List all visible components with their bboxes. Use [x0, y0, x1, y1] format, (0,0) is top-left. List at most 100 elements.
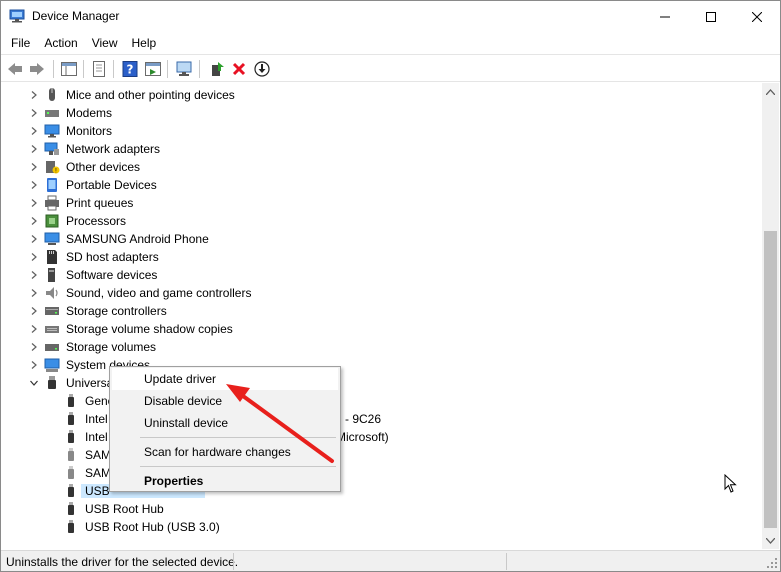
uninstall-device-menu-item[interactable]: Uninstall device [112, 412, 338, 434]
tree-item-label: Modems [66, 106, 113, 120]
usb-child-item[interactable]: SAM [3, 446, 703, 464]
tree-storage-volume-shadow-copies[interactable]: Storage volume shadow copies [3, 320, 703, 338]
back-button[interactable] [5, 59, 25, 79]
expand-chevron-icon[interactable] [27, 86, 41, 104]
tree-mice[interactable]: Mice and other pointing devices [3, 86, 703, 104]
usb-child-item[interactable]: USB Root Hub (USB 3.0) [3, 518, 703, 536]
menu-file[interactable]: File [1, 33, 37, 53]
processor-icon [44, 213, 60, 229]
mouse-icon [44, 87, 60, 103]
tree-system-devices[interactable]: System devices [3, 356, 703, 374]
tree-print-queues[interactable]: Print queues [3, 194, 703, 212]
tree-storage-volumes[interactable]: Storage volumes [3, 338, 703, 356]
expand-chevron-icon[interactable] [27, 212, 41, 230]
vertical-scrollbar[interactable] [762, 83, 779, 549]
usb-child-item[interactable]: Intel Microsoft) [3, 428, 703, 446]
expand-chevron-icon[interactable] [27, 122, 41, 140]
scroll-thumb[interactable] [764, 231, 777, 528]
properties-toolbar-button[interactable] [89, 59, 109, 79]
tree-item-label: Intel [85, 430, 108, 444]
update-driver-icon [212, 62, 224, 76]
scroll-down-button[interactable] [762, 532, 779, 549]
tree-item-label: SAM [85, 448, 112, 462]
usb-child-item[interactable]: USB Root Hub [3, 500, 703, 518]
status-text: Uninstalls the driver for the selected d… [6, 555, 239, 569]
tree-item-label: Portable Devices [66, 178, 157, 192]
usb-child-item[interactable]: Gene [3, 392, 703, 410]
forward-button[interactable] [27, 59, 47, 79]
uninstall-device-toolbar-button[interactable] [229, 59, 249, 79]
update-driver-menu-item[interactable]: Update driver [112, 368, 338, 390]
resize-grip-icon[interactable] [767, 558, 778, 569]
menu-view[interactable]: View [85, 33, 125, 53]
maximize-button[interactable] [688, 1, 734, 32]
expand-chevron-icon[interactable] [27, 302, 41, 320]
tree-samsung-android-phone[interactable]: SAMSUNG Android Phone [3, 230, 703, 248]
expand-chevron-icon[interactable] [27, 248, 41, 266]
network-adapter-icon [44, 141, 60, 157]
tree-item-label: SAMSUNG Android Phone [66, 232, 209, 246]
menu-action[interactable]: Action [37, 33, 84, 53]
properties-menu-item[interactable]: Properties [112, 470, 338, 492]
usb-device-icon [63, 519, 79, 535]
tree-item-label: Storage volumes [66, 340, 157, 354]
expand-chevron-icon[interactable] [27, 140, 41, 158]
scan-hardware-button[interactable] [175, 59, 195, 79]
tree-modems[interactable]: Modems [3, 104, 703, 122]
expand-chevron-icon[interactable] [27, 176, 41, 194]
usb-child-item[interactable]: SAM [3, 464, 703, 482]
minimize-button[interactable] [642, 1, 688, 32]
help-book-icon: ? [122, 61, 138, 77]
storage-volume-icon [44, 339, 60, 355]
usb-child-item[interactable]: USB [3, 482, 703, 500]
tree-software-devices[interactable]: Software devices [3, 266, 703, 284]
tree-portable-devices[interactable]: Portable Devices [3, 176, 703, 194]
expand-chevron-icon[interactable] [27, 230, 41, 248]
monitor-scan-icon [176, 61, 192, 76]
menu-help[interactable]: Help [125, 33, 164, 53]
expand-chevron-icon[interactable] [27, 338, 41, 356]
menu-bar: File Action View Help [1, 32, 780, 54]
scroll-up-button[interactable] [762, 83, 779, 100]
title-bar: Device Manager [1, 1, 780, 32]
tree-item-label: Universa [66, 376, 114, 390]
scan-hardware-menu-item[interactable]: Scan for hardware changes [112, 441, 338, 463]
tree-item-label: Mice and other pointing devices [66, 88, 235, 102]
console-tree-icon [61, 62, 77, 76]
action-pane-button[interactable] [143, 59, 163, 79]
usb-device-icon [63, 411, 79, 427]
usb-child-item[interactable]: Intel l - 9C26 [3, 410, 703, 428]
expand-chevron-icon[interactable] [27, 194, 41, 212]
tree-storage-controllers[interactable]: Storage controllers [3, 302, 703, 320]
download-circle-icon [254, 61, 270, 77]
tree-sd-host-adapters[interactable]: SD host adapters [3, 248, 703, 266]
tree-item-label: Sound, video and game controllers [66, 286, 252, 300]
tree-other-devices[interactable]: ! Other devices [3, 158, 703, 176]
system-device-icon [44, 357, 60, 373]
show-hide-console-tree-button[interactable] [59, 59, 79, 79]
tree-network-adapters[interactable]: Network adapters [3, 140, 703, 158]
mouse-cursor-icon [724, 474, 737, 493]
tree-item-label: USB Root Hub (USB 3.0) [85, 520, 220, 534]
tree-processors[interactable]: Processors [3, 212, 703, 230]
minimize-icon [660, 16, 670, 17]
speaker-icon [44, 285, 60, 301]
collapse-chevron-icon[interactable] [27, 374, 41, 392]
tree-item-label: SD host adapters [66, 250, 159, 264]
disable-device-menu-item[interactable]: Disable device [112, 390, 338, 412]
enable-device-toolbar-button[interactable] [252, 59, 272, 79]
tree-usb-controllers[interactable]: Universa [3, 374, 703, 392]
context-menu: Update driver Disable device Uninstall d… [109, 366, 341, 492]
expand-chevron-icon[interactable] [27, 284, 41, 302]
tree-monitors[interactable]: Monitors [3, 122, 703, 140]
expand-chevron-icon[interactable] [27, 320, 41, 338]
expand-chevron-icon[interactable] [27, 266, 41, 284]
scroll-down-arrow-icon [766, 537, 775, 544]
tree-sound-video-game[interactable]: Sound, video and game controllers [3, 284, 703, 302]
help-toolbar-button[interactable]: ? [120, 59, 140, 79]
update-driver-toolbar-button[interactable] [207, 59, 227, 79]
expand-chevron-icon[interactable] [27, 356, 41, 374]
expand-chevron-icon[interactable] [27, 158, 41, 176]
close-button[interactable] [734, 1, 780, 32]
expand-chevron-icon[interactable] [27, 104, 41, 122]
